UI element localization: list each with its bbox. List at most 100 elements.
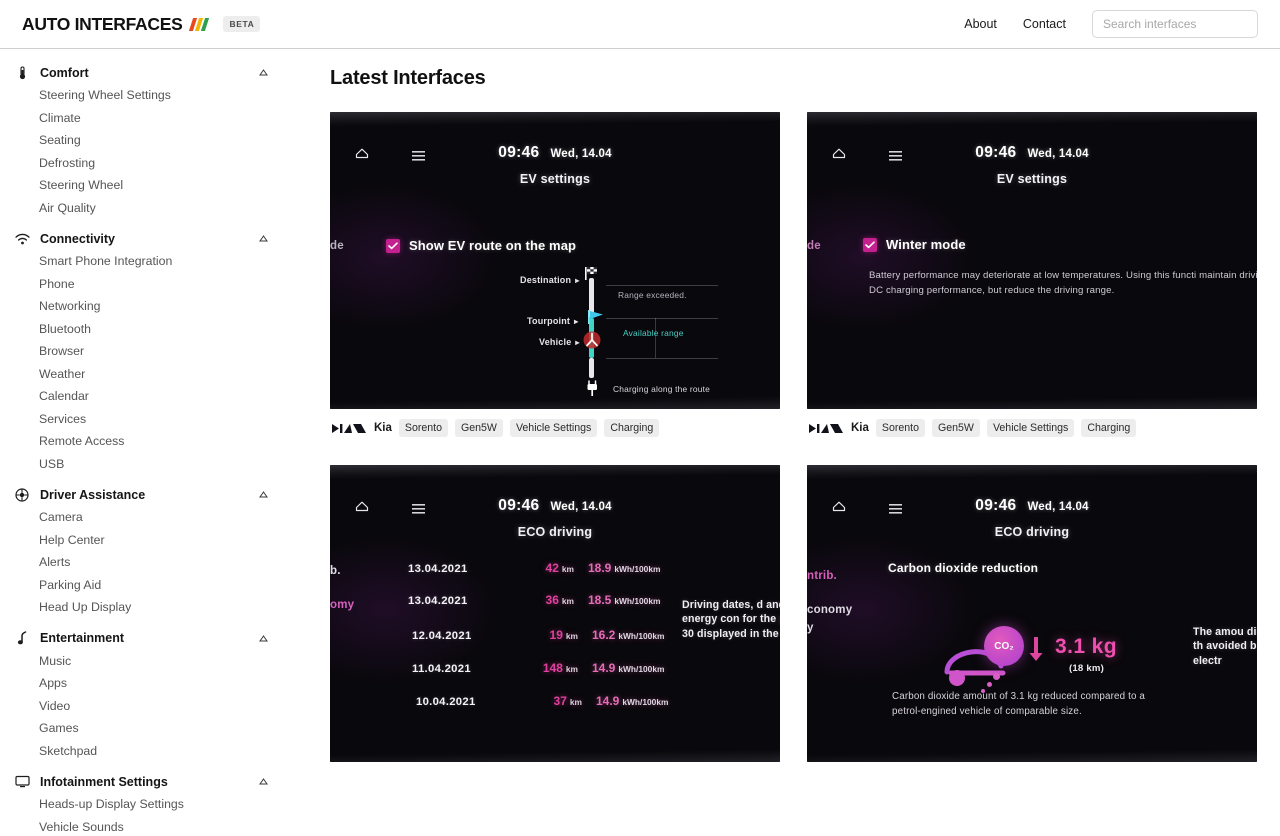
edge-text-fragment: y	[807, 622, 814, 634]
chevron-up-icon[interactable]	[258, 777, 268, 787]
co2-dot	[987, 682, 992, 687]
sidebar-group-label: Connectivity	[40, 231, 116, 246]
page-body: Comfort Steering Wheel Settings Climate …	[0, 49, 1280, 836]
sidebar-item-apps[interactable]: Apps	[0, 672, 290, 695]
chevron-up-icon[interactable]	[258, 633, 268, 643]
screen-title: EV settings	[519, 172, 591, 186]
cell-distance: 37 km	[553, 694, 582, 708]
cell-date: 11.04.2021	[412, 663, 471, 675]
tag-sorento[interactable]: Sorento	[875, 419, 926, 437]
sidebar-group-label: Entertainment	[40, 631, 125, 645]
brand-logo[interactable]: AUTO INTERFACES	[22, 14, 210, 35]
vehicle-marker-icon	[582, 330, 602, 355]
sidebar-item-parking-aid[interactable]: Parking Aid	[0, 574, 290, 597]
tag-vehicle-settings[interactable]: Vehicle Settings	[509, 419, 598, 437]
co2-side-note: The amou dioxide, th avoided b electr	[1193, 626, 1257, 667]
screenshot-ev-route[interactable]: 09:46 Wed, 14.04 EV settings de Show EV r…	[330, 112, 780, 409]
card-eco-driving-co2[interactable]: 09:46 Wed, 14.04 ECO driving ntrib. conom…	[807, 465, 1257, 762]
status-time: 09:46 Wed, 14.04	[975, 144, 1089, 161]
tag-charging[interactable]: Charging	[604, 419, 660, 437]
status-time: 09:46 Wed, 14.04	[498, 497, 612, 514]
sidebar-item-video[interactable]: Video	[0, 695, 290, 718]
screenshot-ev-winter[interactable]: 09:46 Wed, 14.04 EV settings de Winter mo…	[807, 112, 1257, 409]
sidebar-item-usb[interactable]: USB	[0, 453, 290, 476]
sidebar-item-phone[interactable]: Phone	[0, 273, 290, 296]
sidebar-item-bluetooth[interactable]: Bluetooth	[0, 318, 290, 341]
sidebar-item-camera[interactable]: Camera	[0, 506, 290, 529]
card-eco-driving-table[interactable]: 09:46 Wed, 14.04 ECO driving b. omy 13.04…	[330, 465, 780, 762]
table-row: 10.04.2021 37 km 14.9 kWh/100km	[416, 694, 668, 708]
sidebar-item-networking[interactable]: Networking	[0, 295, 290, 318]
nav-link-contact[interactable]: Contact	[1023, 17, 1066, 31]
cell-distance: 36 km	[545, 593, 574, 607]
route-note-charging: Charging along the route	[613, 384, 710, 394]
sidebar-item-vehicle-sounds[interactable]: Vehicle Sounds	[0, 816, 290, 836]
edge-text-fragment: de	[330, 240, 344, 252]
checkbox-row-show-ev-route[interactable]: Show EV route on the map	[386, 238, 576, 253]
sidebar-item-weather[interactable]: Weather	[0, 363, 290, 386]
sidebar-item-smart-phone-integration[interactable]: Smart Phone Integration	[0, 250, 290, 273]
card-brand-name: Kia	[851, 422, 869, 434]
screenshot-eco-table[interactable]: 09:46 Wed, 14.04 ECO driving b. omy 13.04…	[330, 465, 780, 762]
card-ev-settings-winter[interactable]: 09:46 Wed, 14.04 EV settings de Winter mo…	[807, 112, 1257, 437]
sidebar-item-services[interactable]: Services	[0, 408, 290, 431]
header-nav: About Contact	[964, 10, 1258, 38]
sidebar-item-remote-access[interactable]: Remote Access	[0, 430, 290, 453]
sidebar-item-games[interactable]: Games	[0, 717, 290, 740]
route-leader-line	[606, 285, 718, 286]
sidebar-item-calendar[interactable]: Calendar	[0, 385, 290, 408]
sidebar-group-header-entertainment[interactable]: Entertainment	[0, 627, 290, 650]
sidebar-item-browser[interactable]: Browser	[0, 340, 290, 363]
tag-sorento[interactable]: Sorento	[398, 419, 449, 437]
sidebar-item-sketchpad[interactable]: Sketchpad	[0, 740, 290, 763]
checkbox-checked-icon[interactable]	[386, 238, 400, 253]
route-leader-line	[606, 358, 718, 359]
route-note-range-exceeded: Range exceeded.	[618, 290, 687, 300]
sidebar-nav: Comfort Steering Wheel Settings Climate …	[0, 49, 290, 836]
sidebar-item-help-center[interactable]: Help Center	[0, 529, 290, 552]
tag-charging[interactable]: Charging	[1081, 419, 1137, 437]
sidebar-item-air-quality[interactable]: Air Quality	[0, 197, 290, 220]
sidebar-item-seating[interactable]: Seating	[0, 129, 290, 152]
search-input[interactable]	[1092, 10, 1258, 38]
cell-distance: 19 km	[549, 628, 578, 642]
sidebar-item-defrosting[interactable]: Defrosting	[0, 152, 290, 175]
chevron-up-icon[interactable]	[258, 68, 268, 78]
tag-gen5w[interactable]: Gen5W	[455, 419, 503, 437]
sidebar-item-climate[interactable]: Climate	[0, 107, 290, 130]
chevron-up-icon[interactable]	[258, 234, 268, 244]
screenshot-eco-co2[interactable]: 09:46 Wed, 14.04 ECO driving ntrib. conom…	[807, 465, 1257, 762]
edge-text-fragment: omy	[330, 599, 355, 611]
edge-text-fragment: b.	[330, 565, 341, 577]
sidebar-group-header-driver-assistance[interactable]: Driver Assistance	[0, 483, 290, 506]
beta-badge: BETA	[223, 16, 261, 32]
sidebar-group-header-infotainment-settings[interactable]: Infotainment Settings	[0, 770, 290, 793]
cell-consumption: 14.9 kWh/100km	[596, 694, 669, 708]
sidebar-item-music[interactable]: Music	[0, 650, 290, 673]
sidebar-item-steering-wheel[interactable]: Steering Wheel	[0, 174, 290, 197]
sidebar-item-heads-up-display-settings[interactable]: Heads-up Display Settings	[0, 793, 290, 816]
wifi-icon	[12, 233, 32, 245]
chevron-up-icon[interactable]	[258, 490, 268, 500]
sidebar-group-header-comfort[interactable]: Comfort	[0, 61, 290, 84]
card-ev-settings-route[interactable]: 09:46 Wed, 14.04 EV settings de Show EV r…	[330, 112, 780, 437]
sidebar-group-connectivity: Connectivity Smart Phone Integration Pho…	[0, 227, 290, 475]
sidebar-item-head-up-display[interactable]: Head Up Display	[0, 596, 290, 619]
status-date: Wed, 14.04	[550, 148, 612, 160]
screen-title: ECO driving	[994, 525, 1070, 539]
sidebar-group-header-connectivity[interactable]: Connectivity	[0, 227, 290, 250]
checkbox-row-winter-mode[interactable]: Winter mode	[863, 237, 966, 252]
status-date: Wed, 14.04	[1027, 501, 1089, 513]
sidebar-item-steering-wheel-settings[interactable]: Steering Wheel Settings	[0, 84, 290, 107]
checkbox-checked-icon[interactable]	[863, 237, 877, 252]
cell-consumption: 14.9 kWh/100km	[592, 661, 665, 675]
tag-gen5w[interactable]: Gen5W	[932, 419, 980, 437]
monitor-icon	[12, 775, 32, 788]
tag-vehicle-settings[interactable]: Vehicle Settings	[986, 419, 1075, 437]
checkbox-label: Show EV route on the map	[409, 238, 577, 253]
kia-logo-icon: Kia	[807, 422, 869, 435]
status-bar: 09:46 Wed, 14.04	[330, 144, 780, 168]
nav-link-about[interactable]: About	[964, 17, 997, 31]
sidebar-item-alerts[interactable]: Alerts	[0, 551, 290, 574]
thermometer-icon	[12, 65, 32, 80]
